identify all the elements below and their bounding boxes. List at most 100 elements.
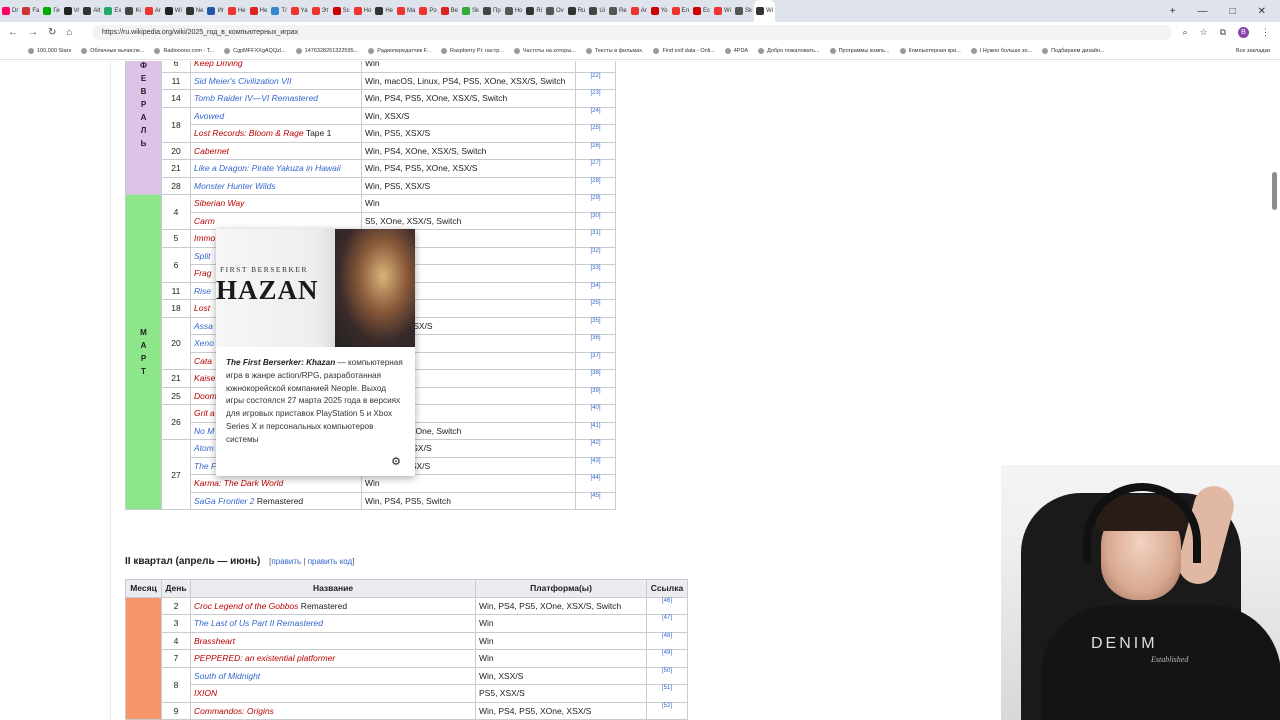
bookmark-star-icon[interactable]: ☆ — [1199, 27, 1207, 38]
menu-icon[interactable]: ⋮ — [1261, 27, 1270, 38]
back-icon[interactable]: ← — [8, 27, 18, 38]
reference-link[interactable]: [38] — [575, 369, 616, 388]
reference-link[interactable]: [21] — [575, 61, 616, 73]
game-link[interactable]: Siberian Way — [194, 198, 244, 208]
bookmark-item[interactable]: Подбираем дизайн... — [1042, 48, 1105, 54]
browser-tab[interactable]: Po — [417, 0, 438, 22]
browser-tab[interactable]: Ec — [691, 0, 712, 22]
reference-link[interactable]: [29] — [575, 194, 616, 213]
reference-link[interactable]: [24] — [575, 106, 616, 125]
game-link[interactable]: SaGa Frontier 2 — [194, 496, 254, 506]
browser-tab[interactable]: Alt — [81, 0, 102, 22]
reference-link[interactable]: [50] — [646, 666, 688, 685]
reference-link[interactable]: [48] — [646, 631, 688, 650]
browser-tab[interactable]: Ui — [587, 0, 607, 22]
browser-tab[interactable]: Ma — [395, 0, 417, 22]
reference-link[interactable]: [49] — [646, 649, 688, 668]
browser-tab[interactable]: Пр — [481, 0, 503, 22]
bookmark-item[interactable]: 1476328261322595... — [295, 48, 358, 54]
game-link[interactable]: Xeno — [194, 338, 214, 348]
reference-link[interactable]: [28] — [575, 176, 616, 195]
reference-link[interactable]: [27] — [575, 159, 616, 178]
close-icon[interactable]: ✕ — [1258, 6, 1266, 17]
browser-tab[interactable]: Sk — [460, 0, 481, 22]
game-link[interactable]: Like a Dragon: Pirate Yakuza in Hawaii — [194, 163, 341, 173]
bookmark-item[interactable]: CgpMFFXXgAQQzl... — [224, 48, 286, 54]
browser-tab[interactable]: Wi — [712, 0, 733, 22]
game-link[interactable]: Avowed — [194, 111, 224, 121]
reference-link[interactable]: [31] — [575, 229, 616, 248]
game-link[interactable]: PEPPERED: an existential platformer — [194, 653, 335, 663]
reference-link[interactable]: [34] — [575, 281, 616, 300]
reference-link[interactable]: [47] — [646, 614, 688, 633]
game-link[interactable]: Frag — [194, 268, 211, 278]
browser-tab[interactable]: Ги — [41, 0, 61, 22]
reference-link[interactable]: [37] — [575, 351, 616, 370]
browser-tab[interactable]: Ki — [123, 0, 142, 22]
game-link[interactable]: Keep Driving — [194, 61, 243, 68]
reference-link[interactable]: [42] — [575, 439, 616, 458]
bookmark-item[interactable]: 4PDA — [724, 48, 748, 54]
browser-tab[interactable]: He — [226, 0, 248, 22]
reference-link[interactable]: [41] — [575, 421, 616, 440]
reference-link[interactable]: [46] — [646, 596, 688, 615]
game-link[interactable]: Croc Legend of the Gobbos — [194, 601, 298, 611]
forward-icon[interactable]: → — [28, 27, 38, 38]
maximize-icon[interactable]: □ — [1230, 6, 1236, 17]
reference-link[interactable]: [23] — [575, 89, 616, 108]
bookmark-item[interactable]: Radiooooo.com - T... — [154, 48, 214, 54]
game-link[interactable]: IXION — [194, 688, 217, 698]
game-link[interactable]: Rise — [194, 286, 211, 296]
browser-tab[interactable]: Ве — [439, 0, 460, 22]
browser-tab[interactable]: Sk — [733, 0, 754, 22]
bookmark-item[interactable]: I Нужно больше зо... — [970, 48, 1032, 54]
bookmark-item[interactable]: Частоты на которы... — [513, 48, 576, 54]
reference-link[interactable]: [52] — [646, 701, 688, 720]
browser-tab[interactable]: Ri — [524, 0, 544, 22]
reference-link[interactable]: [44] — [575, 474, 616, 493]
game-link[interactable]: Kaise — [194, 373, 215, 383]
browser-tab[interactable]: Re — [607, 0, 629, 22]
game-link[interactable]: Lost Records: Bloom & Rage — [194, 128, 304, 138]
browser-tab[interactable]: Ru — [566, 0, 588, 22]
browser-tab[interactable]: Ne — [184, 0, 206, 22]
reference-link[interactable]: [30] — [575, 211, 616, 230]
reference-link[interactable]: [25] — [575, 299, 616, 318]
scrollbar-thumb[interactable] — [1272, 172, 1277, 210]
url-field[interactable]: https://ru.wikipedia.org/wiki/2025_год_в… — [92, 25, 1173, 40]
extensions-icon[interactable]: ⧉ — [1220, 27, 1226, 38]
browser-tab[interactable]: Иг — [205, 0, 226, 22]
game-link[interactable]: South of Midnight — [194, 671, 260, 681]
browser-tab[interactable]: Эт — [310, 0, 331, 22]
new-tab-icon[interactable]: + — [1170, 6, 1176, 17]
game-link[interactable]: Assa — [194, 321, 213, 331]
browser-tab[interactable]: Ov — [544, 0, 566, 22]
browser-tab[interactable]: Wi — [163, 0, 184, 22]
game-link[interactable]: Commandos: Origins — [194, 706, 274, 716]
game-link[interactable]: Karma: The Dark World — [194, 478, 283, 488]
edit-link[interactable]: править — [271, 557, 301, 566]
browser-tab[interactable]: Wi — [754, 0, 776, 22]
game-link[interactable]: Brassheart — [194, 636, 235, 646]
reload-icon[interactable]: ↻ — [48, 27, 56, 38]
reference-link[interactable]: [26] — [575, 141, 616, 160]
browser-tab[interactable]: Yo — [649, 0, 670, 22]
home-icon[interactable]: ⌂ — [66, 27, 72, 38]
bookmark-item[interactable]: 100,000 Stars — [28, 48, 71, 54]
browser-tab[interactable]: Т/ — [269, 0, 288, 22]
game-link[interactable]: Immo — [194, 233, 215, 243]
reference-link[interactable]: [40] — [575, 404, 616, 423]
bookmark-item[interactable]: Компьютерная кри... — [899, 48, 961, 54]
bookmark-item[interactable]: Программы компь... — [829, 48, 890, 54]
bookmark-item[interactable]: Find exif data - Onli... — [653, 48, 715, 54]
reference-link[interactable]: [33] — [575, 264, 616, 283]
bookmark-item[interactable]: Радиопередатчик F... — [368, 48, 431, 54]
browser-tab[interactable]: Ho — [352, 0, 374, 22]
page-preview-popup[interactable]: FIRST BERSERKER HAZAN The First Berserke… — [216, 229, 415, 476]
reference-link[interactable]: [22] — [575, 71, 616, 90]
browser-tab[interactable]: Ar — [629, 0, 649, 22]
reference-link[interactable]: [36] — [575, 334, 616, 353]
game-link[interactable]: Lost — [194, 303, 210, 313]
browser-tab[interactable]: Fa — [20, 0, 41, 22]
browser-tab[interactable]: Sc — [331, 0, 352, 22]
